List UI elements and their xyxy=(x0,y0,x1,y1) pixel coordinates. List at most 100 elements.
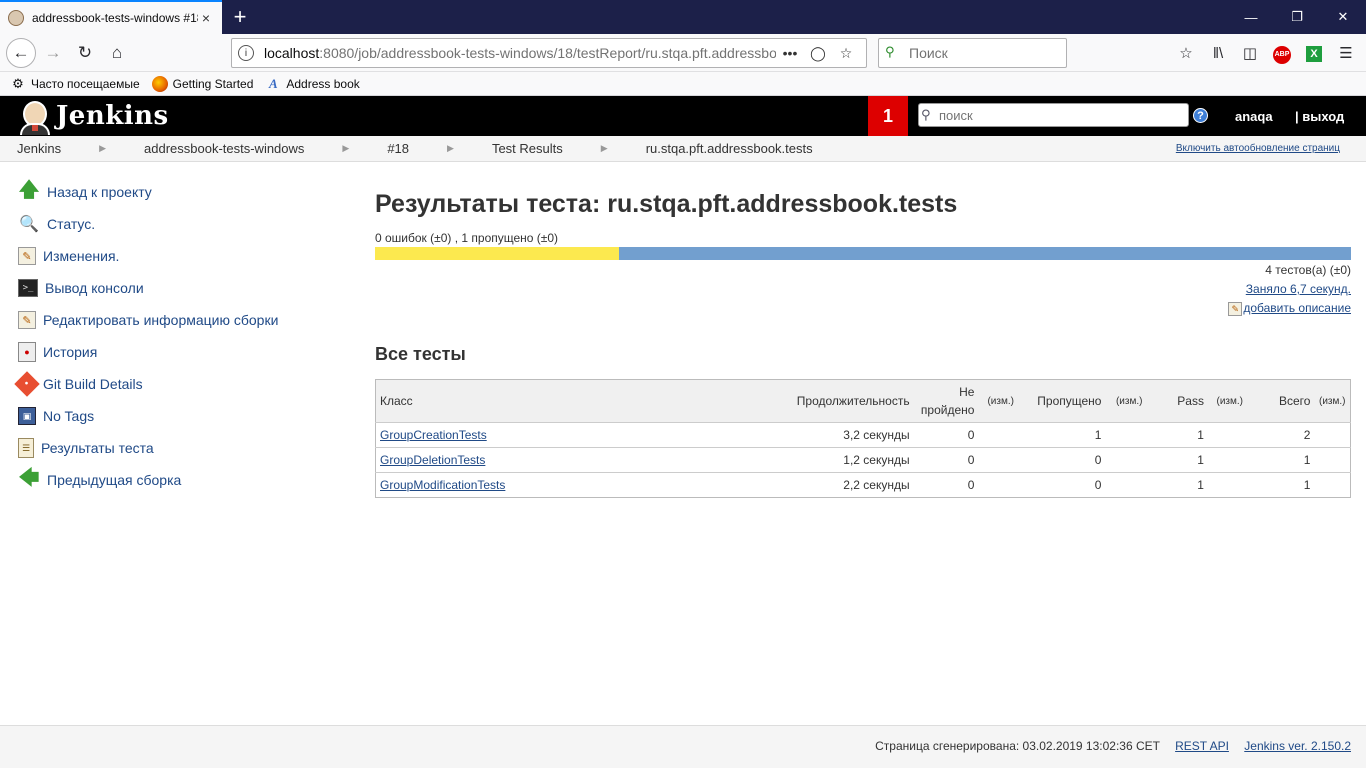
column-header-total-diff[interactable]: (изм.) xyxy=(1314,379,1351,423)
add-description-link[interactable]: добавить описание xyxy=(1243,301,1351,315)
minimize-icon[interactable]: — xyxy=(1228,0,1274,34)
library-icon[interactable]: ‖\ xyxy=(1202,45,1234,62)
column-header-skipped[interactable]: Пропущено xyxy=(1022,379,1106,423)
column-header-pass-diff[interactable]: (изм.) xyxy=(1207,379,1252,423)
bookmark-most-visited[interactable]: ⚙ Часто посещаемые xyxy=(10,75,140,92)
class-link[interactable]: GroupDeletionTests xyxy=(380,453,485,467)
class-link[interactable]: GroupCreationTests xyxy=(380,428,487,442)
column-header-failed[interactable]: Не пройдено xyxy=(913,379,979,423)
page-actions-icon[interactable]: ••• xyxy=(776,45,804,61)
toolbar-icons: ☆ ‖\ ◫ ABP X ☰ xyxy=(1170,38,1362,68)
duration-link[interactable]: Заняло 6,7 секунд. xyxy=(1246,282,1351,296)
breadcrumb-separator-icon[interactable]: ▶ xyxy=(99,143,106,154)
browser-search-bar[interactable]: ⚲ Поиск xyxy=(878,38,1067,68)
restore-icon[interactable]: ❐ xyxy=(1274,0,1320,34)
task-test-results[interactable]: ☰ Результаты теста xyxy=(0,432,340,464)
help-icon[interactable]: ? xyxy=(1193,108,1208,123)
task-console-output[interactable]: >_ Вывод консоли xyxy=(0,272,340,304)
add-description-row: ✎ добавить описание xyxy=(375,299,1351,318)
task-label[interactable]: Результаты теста xyxy=(41,440,154,456)
auto-refresh-link[interactable]: Включить автообновление страниц xyxy=(1176,143,1340,154)
column-header-pass[interactable]: Pass xyxy=(1152,379,1208,423)
task-label[interactable]: История xyxy=(43,344,97,360)
passed-bar-segment xyxy=(619,247,1351,260)
notepad-icon: ✎ xyxy=(1228,301,1243,316)
class-cell: GroupCreationTests xyxy=(375,422,769,448)
column-header-total[interactable]: Всего xyxy=(1251,379,1315,423)
window-controls: — ❐ ✕ xyxy=(1228,0,1366,34)
jenkins-search-input[interactable] xyxy=(939,107,1179,123)
new-tab-button[interactable]: + xyxy=(222,0,258,34)
breadcrumb-item[interactable]: ru.stqa.pft.addressbook.tests xyxy=(646,141,813,156)
task-label[interactable]: No Tags xyxy=(43,408,94,424)
back-button[interactable]: ← xyxy=(6,37,36,68)
task-label[interactable]: Вывод консоли xyxy=(45,280,144,296)
task-history[interactable]: ● История xyxy=(0,336,340,368)
breadcrumb-item[interactable]: addressbook-tests-windows xyxy=(144,141,304,156)
task-label[interactable]: Редактировать информацию сборки xyxy=(43,312,278,328)
logout-link[interactable]: | выход xyxy=(1295,109,1344,124)
close-window-icon[interactable]: ✕ xyxy=(1320,0,1366,34)
user-link[interactable]: anaqa xyxy=(1235,109,1273,124)
failed-cell: 0 xyxy=(913,472,979,498)
column-header-duration[interactable]: Продолжительность xyxy=(768,379,914,423)
sidebar-icon[interactable]: ◫ xyxy=(1234,44,1266,62)
star-icon[interactable]: ☆ xyxy=(1170,44,1202,62)
class-link[interactable]: GroupModificationTests xyxy=(380,478,505,492)
bookmark-address-book[interactable]: A Address book xyxy=(265,76,360,92)
breadcrumb-separator-icon[interactable]: ▶ xyxy=(342,143,349,154)
breadcrumb-item[interactable]: Jenkins xyxy=(17,141,61,156)
task-back-to-project[interactable]: 🡅 Назад к проекту xyxy=(0,176,340,208)
search-icon: 🔍 xyxy=(19,216,39,233)
column-header-class[interactable]: Класс xyxy=(375,379,769,423)
bookmark-star-icon[interactable]: ☆ xyxy=(832,45,860,62)
pass-diff-cell xyxy=(1207,447,1252,473)
all-tests-heading: Все тесты xyxy=(375,344,466,364)
forward-button[interactable]: → xyxy=(38,38,68,68)
menu-icon[interactable]: ☰ xyxy=(1330,44,1362,62)
home-button[interactable]: ⌂ xyxy=(102,38,132,68)
info-icon[interactable]: i xyxy=(238,45,254,61)
jenkins-favicon-icon xyxy=(8,10,24,26)
column-header-skipped-diff[interactable]: (изм.) xyxy=(1105,379,1153,423)
adblock-icon[interactable]: ABP xyxy=(1266,43,1298,64)
url-path: :8080/job/addressbook-tests-windows/18/t… xyxy=(319,45,776,61)
browser-tab[interactable]: addressbook-tests-windows #18 × xyxy=(0,0,222,34)
task-git-build-details[interactable]: • Git Build Details xyxy=(0,368,340,400)
skipped-diff-cell xyxy=(1105,447,1153,473)
breadcrumb-separator-icon[interactable]: ▶ xyxy=(447,143,454,154)
bookmark-getting-started[interactable]: Getting Started xyxy=(151,75,253,92)
tab-close-icon[interactable]: × xyxy=(198,10,214,26)
task-no-tags[interactable]: ▣ No Tags xyxy=(0,400,340,432)
jenkins-search-box[interactable]: ⚲ xyxy=(918,103,1189,127)
reload-button[interactable]: ↻ xyxy=(70,38,100,68)
url-bar[interactable]: i localhost:8080/job/addressbook-tests-w… xyxy=(231,38,867,68)
gear-icon: ⚙ xyxy=(12,75,24,91)
bookmark-label: Часто посещаемые xyxy=(31,76,140,91)
notification-badge[interactable]: 1 xyxy=(868,96,908,136)
pass-cell: 1 xyxy=(1152,422,1208,448)
excel-extension-icon[interactable]: X xyxy=(1298,44,1330,62)
pocket-icon[interactable]: ◯ xyxy=(804,45,832,62)
left-arrow-icon: 🡄 xyxy=(18,467,40,489)
task-edit-build-info[interactable]: ✎ Редактировать информацию сборки xyxy=(0,304,340,336)
task-label[interactable]: Предыдущая сборка xyxy=(47,472,181,488)
task-label[interactable]: Назад к проекту xyxy=(47,184,152,200)
duration-cell: 2,2 секунды xyxy=(768,472,914,498)
breadcrumb-item[interactable]: Test Results xyxy=(492,141,563,156)
jenkins-logo[interactable]: Jenkins xyxy=(18,97,169,135)
column-header-failed-diff[interactable]: (изм.) xyxy=(978,379,1023,423)
breadcrumb-item[interactable]: #18 xyxy=(387,141,409,156)
breadcrumb-separator-icon[interactable]: ▶ xyxy=(601,143,608,154)
task-label[interactable]: Статус. xyxy=(47,216,95,232)
rest-api-link[interactable]: REST API xyxy=(1175,739,1229,753)
task-label[interactable]: Git Build Details xyxy=(43,376,143,392)
task-previous-build[interactable]: 🡄 Предыдущая сборка xyxy=(0,464,340,496)
task-changes[interactable]: ✎ Изменения. xyxy=(0,240,340,272)
task-status[interactable]: 🔍 Статус. xyxy=(0,208,340,240)
reload-icon: ↻ xyxy=(77,42,93,62)
url-text[interactable]: localhost:8080/job/addressbook-tests-win… xyxy=(264,45,776,61)
table-header-row: Класс Продолжительность Не пройдено (изм… xyxy=(375,379,1351,423)
jenkins-version-link[interactable]: Jenkins ver. 2.150.2 xyxy=(1244,739,1351,753)
task-label[interactable]: Изменения. xyxy=(43,248,119,264)
